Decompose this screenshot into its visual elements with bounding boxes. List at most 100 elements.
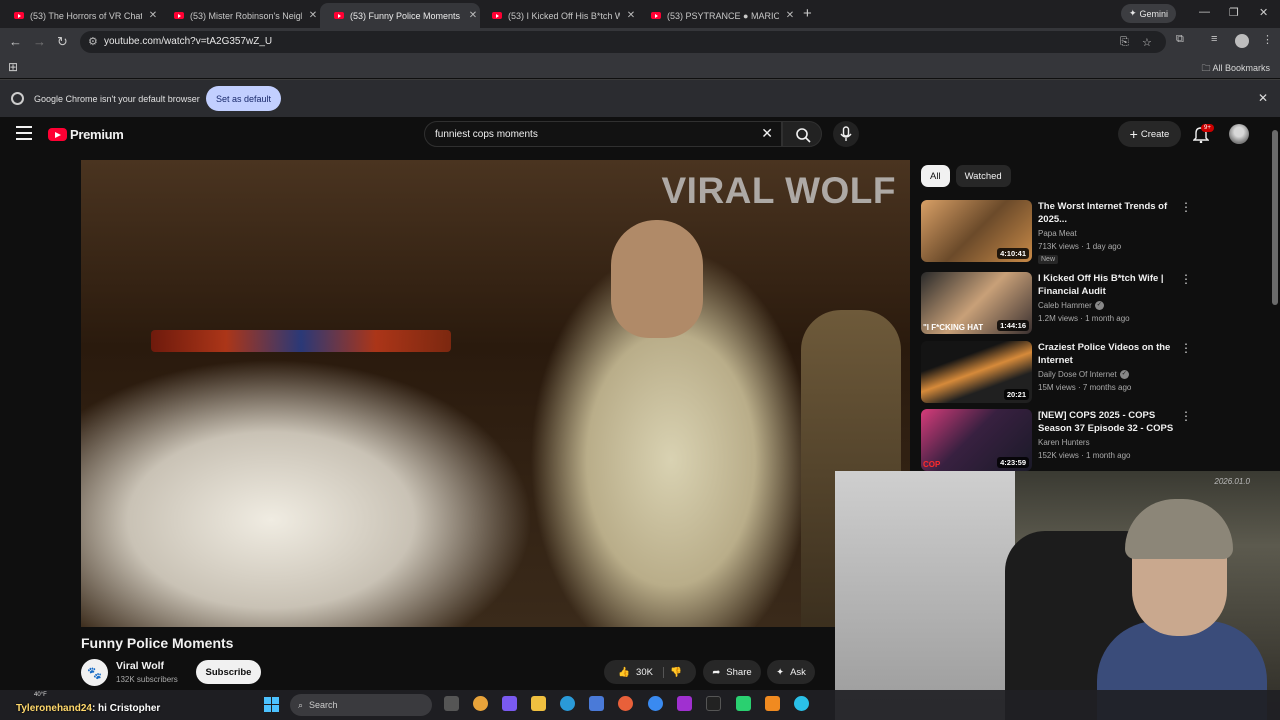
- close-tab-icon[interactable]: ✕: [306, 10, 320, 21]
- browser-tab[interactable]: (53) The Horrors of VR Chat... ✕: [0, 3, 160, 28]
- copilot-icon[interactable]: [502, 696, 517, 711]
- more-options-icon[interactable]: ⋮: [1180, 200, 1192, 214]
- voice-search-button[interactable]: [833, 121, 859, 147]
- channel-avatar[interactable]: 🐾: [81, 659, 108, 686]
- recommendation-item[interactable]: "I F*CKING HAT 1:44:16 I Kicked Off His …: [921, 272, 1192, 336]
- app-icon[interactable]: [765, 696, 780, 711]
- recommendation-channel[interactable]: Daily Dose Of Internet ✓: [1038, 370, 1129, 380]
- search-button[interactable]: [782, 121, 822, 147]
- address-bar[interactable]: ⚙ youtube.com/watch?v=tA2G357wZ_U ⎘ ☆: [80, 31, 1166, 53]
- chip-all[interactable]: All: [921, 165, 950, 187]
- recommendation-channel[interactable]: Caleb Hammer ✓: [1038, 301, 1104, 311]
- profile-avatar[interactable]: [1235, 34, 1249, 48]
- gemini-button[interactable]: ✦ Gemini: [1121, 4, 1176, 23]
- site-info-icon[interactable]: ⚙: [88, 35, 98, 48]
- recommendation-title[interactable]: The Worst Internet Trends of 2025...: [1038, 200, 1178, 226]
- close-icon[interactable]: ✕: [1258, 91, 1268, 105]
- logo-text: Premium: [70, 127, 124, 142]
- taskbar-search[interactable]: ⌕ Search: [290, 694, 432, 716]
- plus-icon: +: [1129, 126, 1138, 142]
- recommendation-title[interactable]: [NEW] COPS 2025 - COPS Season 37 Episode…: [1038, 409, 1178, 436]
- reading-list-icon[interactable]: ≡: [1211, 33, 1217, 45]
- bookmark-star-icon[interactable]: ☆: [1142, 36, 1152, 49]
- chat-text: : hi Cristopher: [91, 703, 161, 714]
- video-thumbnail[interactable]: "I F*CKING HAT 1:44:16: [921, 272, 1032, 334]
- recommendation-meta: 713K views · 1 day ago: [1038, 242, 1122, 251]
- close-tab-icon[interactable]: ✕: [146, 10, 160, 21]
- apps-grid-icon[interactable]: ⊞: [8, 60, 18, 74]
- channel-name[interactable]: Viral Wolf: [116, 660, 164, 672]
- all-bookmarks-button[interactable]: 🗀 All Bookmarks: [1201, 61, 1270, 77]
- reload-icon[interactable]: ↻: [57, 34, 68, 50]
- recommendation-channel[interactable]: Papa Meat: [1038, 229, 1077, 238]
- like-button[interactable]: 👍 30K: [618, 666, 664, 678]
- forward-icon[interactable]: →: [33, 34, 46, 49]
- file-explorer-icon[interactable]: [531, 696, 546, 711]
- dislike-button[interactable]: 👎: [670, 667, 682, 678]
- recommendation-item[interactable]: 4:10:41 The Worst Internet Trends of 202…: [921, 200, 1192, 264]
- chip-watched[interactable]: Watched: [955, 165, 1011, 187]
- youtube-favicon-icon: [14, 12, 24, 19]
- more-options-icon[interactable]: ⋮: [1180, 272, 1192, 286]
- tab-strip: (53) The Horrors of VR Chat... ✕ (53) Mi…: [0, 0, 1280, 28]
- close-window-icon[interactable]: ✕: [1259, 6, 1268, 19]
- recommendation-item[interactable]: COP 4:23:59 [NEW] COPS 2025 - COPS Seaso…: [921, 409, 1192, 473]
- recommendation-title[interactable]: I Kicked Off His B*tch Wife | Financial …: [1038, 272, 1178, 298]
- create-button[interactable]: + Create: [1118, 121, 1181, 147]
- video-player[interactable]: VIRAL WOLF: [81, 160, 910, 627]
- infobar-message: Google Chrome isn't your default browser: [34, 94, 200, 104]
- video-thumbnail[interactable]: 4:10:41: [921, 200, 1032, 262]
- browser-tab[interactable]: (53) PSYTRANCE ● MARIO TIM ✕: [637, 3, 797, 28]
- video-thumbnail[interactable]: 20:21: [921, 341, 1032, 403]
- app-icon[interactable]: [794, 696, 809, 711]
- account-avatar[interactable]: [1229, 124, 1249, 144]
- hamburger-menu-icon[interactable]: [16, 126, 32, 140]
- officer-head-shape: [611, 220, 703, 338]
- like-dislike-group: 👍 30K 👎: [604, 660, 696, 684]
- recommendation-channel[interactable]: Karen Hunters: [1038, 438, 1090, 447]
- ask-button[interactable]: ✦ Ask: [767, 660, 815, 684]
- install-app-icon[interactable]: ⎘: [1120, 36, 1129, 49]
- more-options-icon[interactable]: ⋮: [1180, 409, 1192, 423]
- video-thumbnail[interactable]: COP 4:23:59: [921, 409, 1032, 471]
- back-icon[interactable]: ←: [9, 34, 22, 49]
- browser-tab[interactable]: (53) I Kicked Off His B*tch Wife ✕: [478, 3, 638, 28]
- messenger-icon[interactable]: [648, 696, 663, 711]
- set-as-default-button[interactable]: Set as default: [206, 86, 281, 111]
- windows-start-icon[interactable]: [264, 697, 279, 712]
- firefox-icon[interactable]: [618, 696, 633, 711]
- chrome-menu-icon[interactable]: ⋮: [1262, 33, 1273, 46]
- close-tab-icon[interactable]: ✕: [783, 10, 797, 21]
- app-icon[interactable]: [677, 696, 692, 711]
- subscribe-button[interactable]: Subscribe: [196, 660, 261, 684]
- browser-toolbar: ← → ↻ ⚙ youtube.com/watch?v=tA2G357wZ_U …: [0, 28, 1280, 56]
- scrollbar-thumb[interactable]: [1272, 130, 1278, 305]
- store-icon[interactable]: [589, 696, 604, 711]
- browser-tab-active[interactable]: (53) Funny Police Moments - Yo ✕: [320, 3, 480, 28]
- youtube-play-icon: [48, 128, 67, 141]
- share-button[interactable]: ➦ Share: [703, 660, 761, 684]
- chrome-logo-icon: [11, 92, 24, 105]
- recommendation-item[interactable]: 20:21 Craziest Police Videos on the Inte…: [921, 341, 1192, 405]
- search-input[interactable]: [435, 126, 755, 142]
- new-tab-button[interactable]: +: [803, 5, 812, 22]
- webcam-wall-shape: [835, 471, 1015, 720]
- url-text: youtube.com/watch?v=tA2G357wZ_U: [104, 36, 273, 47]
- recommendation-title[interactable]: Craziest Police Videos on the Internet: [1038, 341, 1178, 367]
- task-view-icon[interactable]: [444, 696, 459, 711]
- browser-tab[interactable]: (53) Mister Robinson's Neighbo ✕: [160, 3, 320, 28]
- close-tab-icon[interactable]: ✕: [624, 10, 638, 21]
- edge-icon[interactable]: [560, 696, 575, 711]
- share-label: Share: [726, 666, 752, 678]
- maximize-icon[interactable]: ❐: [1229, 6, 1239, 19]
- youtube-logo[interactable]: Premium: [48, 127, 124, 142]
- terminal-icon[interactable]: [706, 696, 721, 711]
- clear-search-icon[interactable]: ✕: [761, 125, 773, 142]
- extensions-icon[interactable]: ⧉: [1176, 33, 1184, 46]
- app-icon[interactable]: [736, 696, 751, 711]
- more-options-icon[interactable]: ⋮: [1180, 341, 1192, 355]
- webcam-person-hair: [1125, 499, 1233, 559]
- weather-widget[interactable]: 40°F: [34, 692, 47, 698]
- minimize-icon[interactable]: —: [1199, 6, 1210, 18]
- chrome-taskbar-icon[interactable]: [473, 696, 488, 711]
